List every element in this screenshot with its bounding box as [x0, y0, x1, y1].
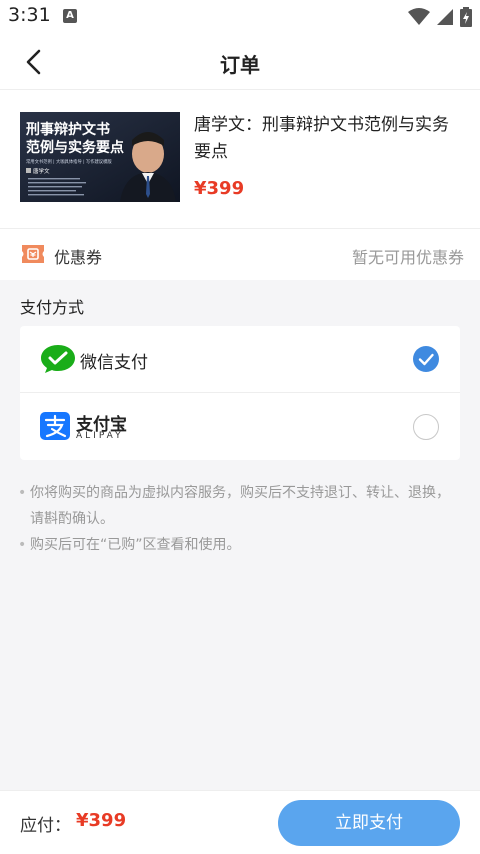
- wifi-icon: [408, 8, 430, 25]
- note-item: 购买后可在“已购”区查看和使用。: [18, 532, 458, 558]
- signal-icon: [437, 9, 453, 25]
- product-price: ¥399: [194, 178, 245, 199]
- product-title: 唐学文：刑事辩护文书范例与实务要点: [194, 115, 449, 162]
- page-title: 订单: [220, 53, 260, 77]
- payment-option-alipay[interactable]: 支付宝 ALIPAY: [20, 393, 460, 460]
- alipay-sublabel: ALIPAY: [76, 431, 124, 441]
- amount-value: ¥399: [76, 810, 127, 831]
- payment-options: 微信支付 支付宝 ALIPAY: [20, 326, 460, 460]
- nav-bar: 订单: [0, 34, 480, 90]
- system-icons: [408, 7, 472, 27]
- wechat-icon: [41, 345, 75, 373]
- coupon-icon: [22, 245, 44, 263]
- amount-label: 应付：: [20, 816, 71, 836]
- coupon-row[interactable]: 优惠券 暂无可用优惠券: [0, 228, 480, 280]
- notification-icon: A: [63, 9, 77, 23]
- status-time: 3:31: [8, 4, 51, 26]
- checkout-footer: 应付： ¥399 立即支付: [0, 790, 480, 854]
- purchase-notes: 你将购买的商品为虚拟内容服务，购买后不支持退订、转让、退换，请斟酌确认。 购买后…: [18, 480, 458, 558]
- pay-now-button[interactable]: 立即支付: [278, 800, 460, 846]
- battery-icon: [460, 7, 472, 27]
- coupon-value: 暂无可用优惠券: [351, 248, 464, 267]
- payment-option-wechat[interactable]: 微信支付: [20, 326, 460, 393]
- unchecked-radio-icon[interactable]: [413, 414, 439, 440]
- checked-radio-icon[interactable]: [413, 346, 439, 372]
- note-item: 你将购买的商品为虚拟内容服务，购买后不支持退订、转让、退换，请斟酌确认。: [18, 480, 458, 532]
- alipay-icon: [40, 412, 70, 440]
- status-bar: 3:31 A: [0, 0, 480, 34]
- thumbnail-headline-1: 刑事辩护文书: [26, 121, 110, 138]
- thumbnail-headline-2: 范例与实务要点: [26, 139, 124, 156]
- product-card: 刑事辩护文书 范例与实务要点 常用文书范例 | 大咖具体指导 | 写作建议模版 …: [0, 90, 480, 228]
- payment-section-title: 支付方式: [20, 298, 85, 317]
- course-thumbnail: 刑事辩护文书 范例与实务要点 常用文书范例 | 大咖具体指导 | 写作建议模版 …: [20, 112, 180, 202]
- thumbnail-subtitle: 常用文书范例 | 大咖具体指导 | 写作建议模版: [26, 158, 112, 165]
- wechat-label: 微信支付: [80, 353, 148, 373]
- thumbnail-author: 唐学文: [33, 167, 50, 175]
- coupon-label: 优惠券: [54, 248, 103, 267]
